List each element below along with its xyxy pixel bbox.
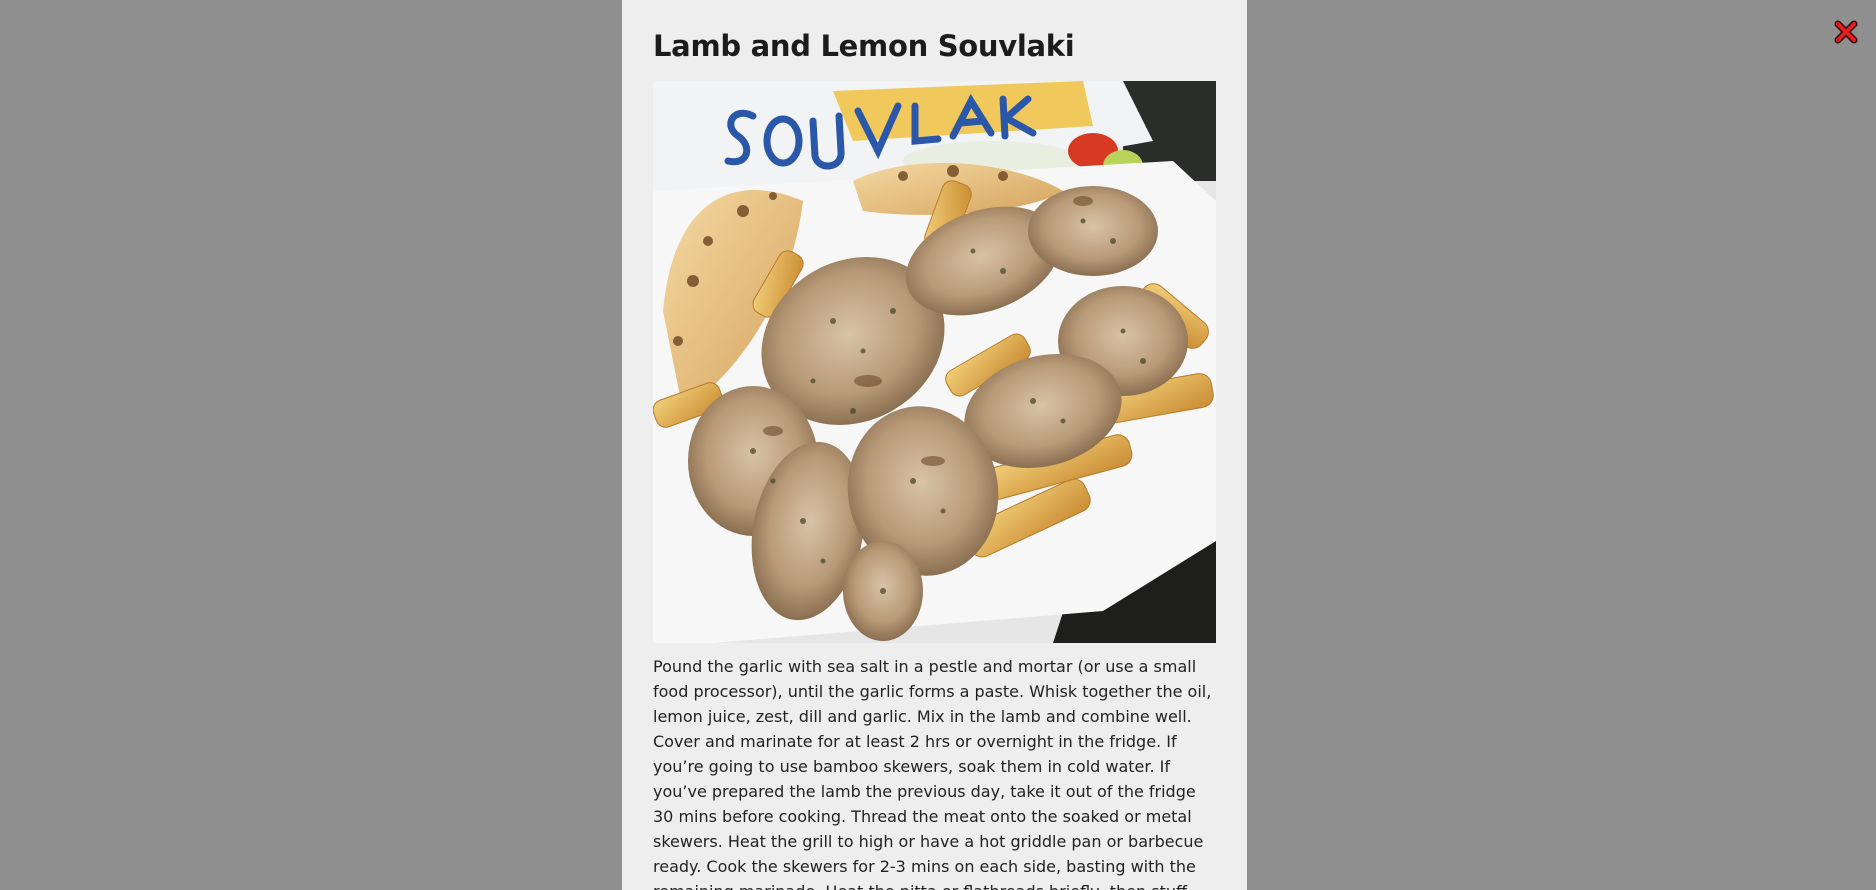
modal-overlay[interactable]: Lamb and Lemon Souvlaki Pound the garlic… (0, 0, 1876, 890)
close-icon (1834, 20, 1858, 44)
recipe-title: Lamb and Lemon Souvlaki (653, 29, 1075, 63)
close-button[interactable] (1832, 18, 1860, 46)
recipe-photo (653, 81, 1216, 643)
recipe-modal: Lamb and Lemon Souvlaki Pound the garlic… (622, 0, 1247, 890)
recipe-description: Pound the garlic with sea salt in a pest… (653, 657, 1212, 890)
